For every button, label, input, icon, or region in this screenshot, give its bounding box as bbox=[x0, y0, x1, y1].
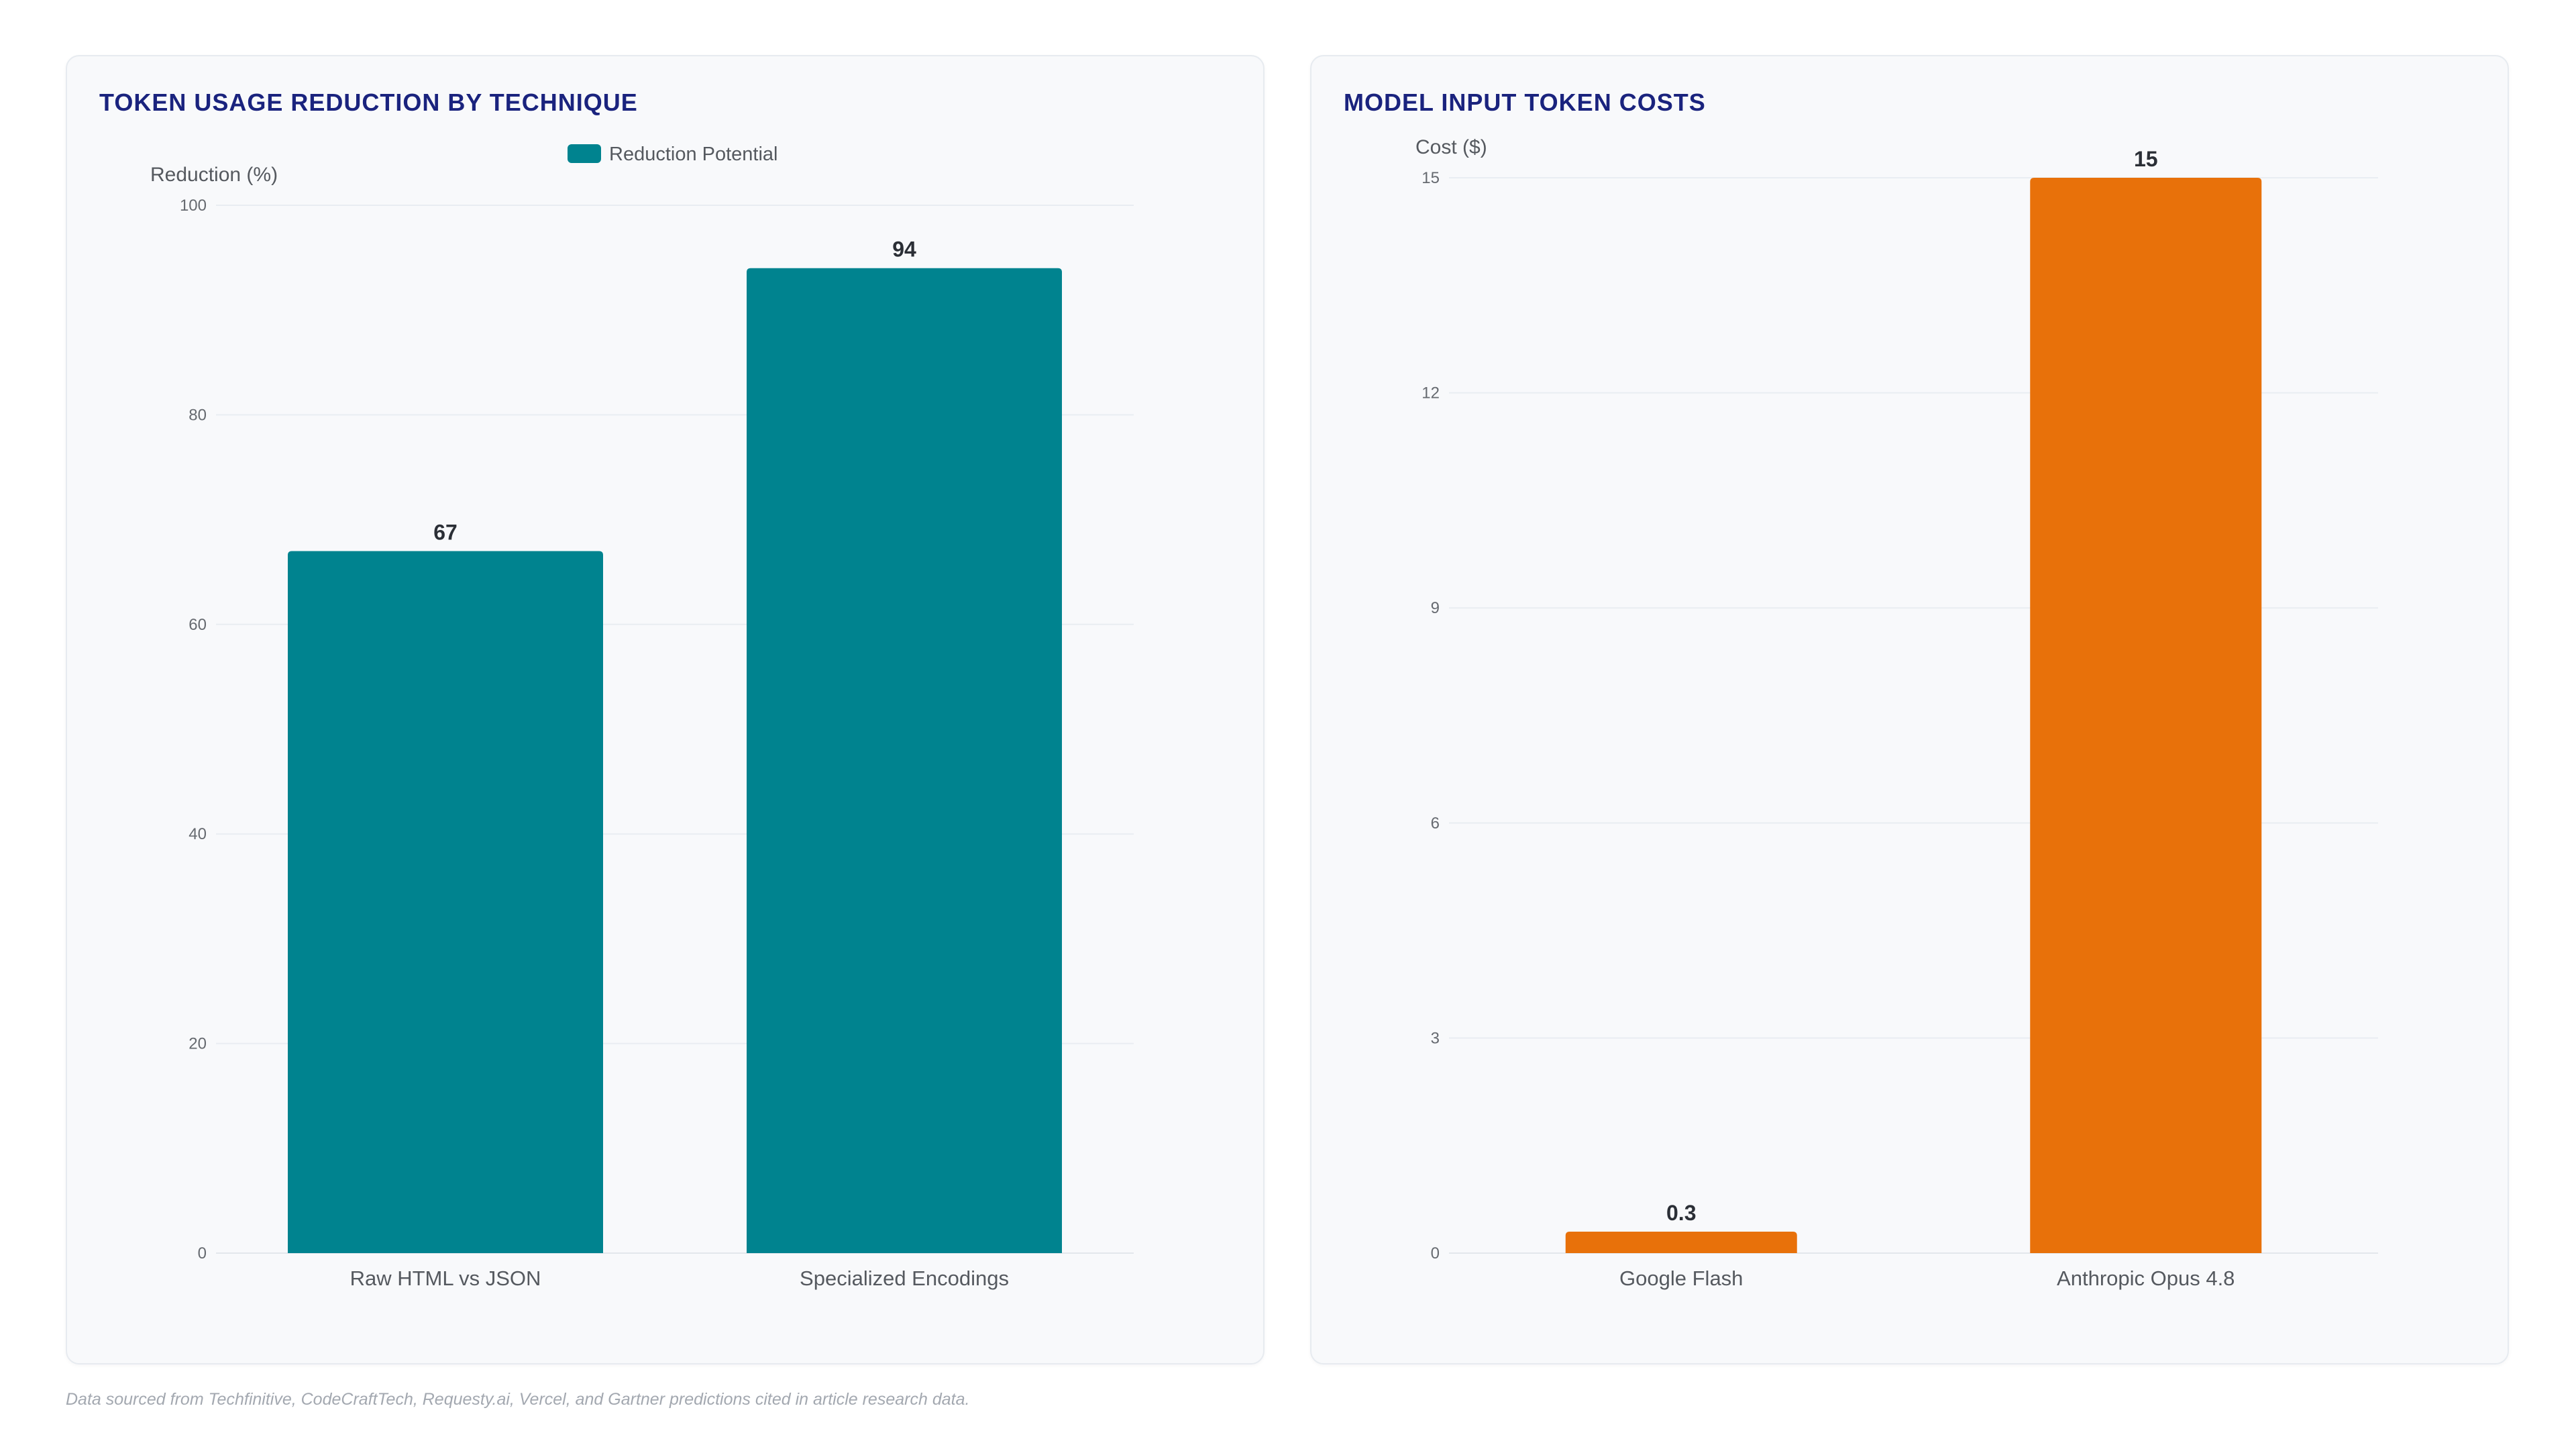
y-tick-label: 12 bbox=[1421, 384, 1440, 402]
data-label: 67 bbox=[433, 520, 458, 544]
data-label: 94 bbox=[892, 237, 916, 262]
y-tick-label: 6 bbox=[1431, 814, 1440, 833]
legend-label: Reduction Potential bbox=[609, 144, 778, 165]
y-axis-title: Reduction (%) bbox=[150, 164, 278, 186]
token-reduction-chart: 0 20 40 60 80 100 Reduction (%) Reduction Pot… bbox=[150, 144, 1134, 1290]
y-tick-label: 20 bbox=[189, 1035, 207, 1053]
bar-layer bbox=[288, 268, 1062, 1254]
y-axis-ticks: 0 3 6 9 12 15 bbox=[1421, 169, 1440, 1263]
legend-swatch bbox=[568, 144, 601, 163]
y-tick-label: 3 bbox=[1431, 1029, 1440, 1047]
model-costs-panel: MODEL INPUT TOKEN COSTS 0 3 6 9 12 15 Cost ($… bbox=[1310, 55, 2509, 1364]
y-tick-label: 0 bbox=[198, 1244, 207, 1263]
source-footnote: Data sourced from Techfinitive, CodeCraf… bbox=[66, 1390, 970, 1409]
y-axis-ticks: 0 20 40 60 80 100 bbox=[180, 197, 207, 1263]
y-tick-label: 9 bbox=[1431, 599, 1440, 617]
y-tick-label: 100 bbox=[180, 197, 207, 215]
dashboard-page: TOKEN USAGE REDUCTION BY TECHNIQUE 0 20 40… bbox=[0, 0, 2576, 1449]
x-category-label: Specialized Encodings bbox=[800, 1267, 1009, 1290]
bar[interactable] bbox=[747, 268, 1062, 1254]
bar[interactable] bbox=[288, 551, 603, 1254]
bar[interactable] bbox=[1565, 1231, 1797, 1253]
data-label: 15 bbox=[2134, 147, 2158, 171]
y-axis-title: Cost ($) bbox=[1415, 136, 1487, 158]
y-tick-label: 15 bbox=[1421, 169, 1440, 187]
x-category-label: Raw HTML vs JSON bbox=[350, 1267, 541, 1290]
bar[interactable] bbox=[2030, 178, 2262, 1253]
data-label: 0.3 bbox=[1666, 1201, 1696, 1225]
token-reduction-panel: TOKEN USAGE REDUCTION BY TECHNIQUE 0 20 40… bbox=[66, 55, 1265, 1364]
bar-layer bbox=[1565, 178, 2262, 1253]
model-costs-chart: 0 3 6 9 12 15 Cost ($) 0.3 15 Google Flash Anth… bbox=[1415, 136, 2378, 1290]
y-tick-label: 60 bbox=[189, 616, 207, 634]
y-tick-label: 0 bbox=[1431, 1244, 1440, 1263]
x-axis-categories: Raw HTML vs JSON Specialized Encodings bbox=[350, 1267, 1009, 1290]
x-category-label: Google Flash bbox=[1619, 1267, 1743, 1290]
y-tick-label: 40 bbox=[189, 825, 207, 843]
x-axis-categories: Google Flash Anthropic Opus 4.8 bbox=[1619, 1267, 2235, 1290]
y-tick-label: 80 bbox=[189, 406, 207, 424]
legend[interactable]: Reduction Potential bbox=[568, 144, 778, 165]
x-category-label: Anthropic Opus 4.8 bbox=[2057, 1267, 2235, 1290]
